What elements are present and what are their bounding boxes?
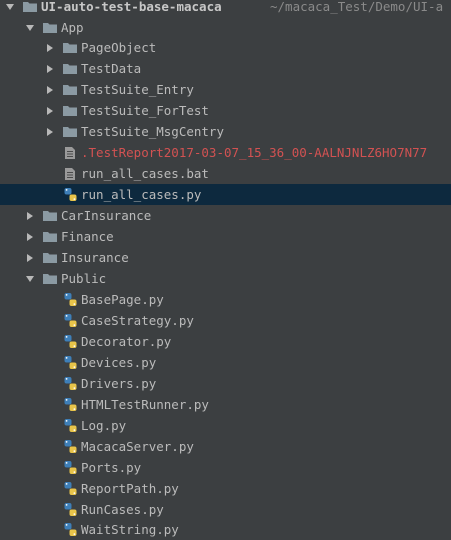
file-label: HTMLTestRunner.py bbox=[81, 397, 209, 412]
folder-insurance[interactable]: Insurance bbox=[0, 247, 451, 268]
chevron-right-icon[interactable] bbox=[23, 226, 37, 247]
folder-finance[interactable]: Finance bbox=[0, 226, 451, 247]
text-file-icon bbox=[62, 163, 78, 184]
chevron-right-icon[interactable] bbox=[43, 58, 57, 79]
folder-icon bbox=[62, 79, 78, 100]
python-file-icon bbox=[62, 352, 78, 373]
chevron-right-icon[interactable] bbox=[23, 205, 37, 226]
folder-app[interactable]: App bbox=[0, 17, 451, 38]
file-run-all-cases-py[interactable]: run_all_cases.py bbox=[0, 184, 451, 205]
file-label: Log.py bbox=[81, 418, 127, 433]
folder-testsuite-entry[interactable]: TestSuite_Entry bbox=[0, 79, 451, 100]
python-file-icon bbox=[62, 310, 78, 331]
file-log-py[interactable]: Log.py bbox=[0, 415, 451, 436]
python-file-icon bbox=[62, 331, 78, 352]
chevron-right-icon[interactable] bbox=[43, 121, 57, 142]
file-run-all-cases-bat[interactable]: run_all_cases.bat bbox=[0, 163, 451, 184]
folder-label: TestData bbox=[81, 61, 142, 76]
folder-label: TestSuite_MsgCentry bbox=[81, 124, 224, 139]
folder-icon bbox=[42, 268, 58, 289]
folder-icon bbox=[62, 121, 78, 142]
file-label: run_all_cases.bat bbox=[81, 166, 209, 181]
folder-label: Finance bbox=[61, 229, 114, 244]
folder-icon bbox=[42, 205, 58, 226]
file-basepage-py[interactable]: BasePage.py bbox=[0, 289, 451, 310]
file-runcases-py[interactable]: RunCases.py bbox=[0, 499, 451, 520]
chevron-right-icon[interactable] bbox=[43, 100, 57, 121]
folder-testsuite-fortest[interactable]: TestSuite_ForTest bbox=[0, 100, 451, 121]
python-file-icon bbox=[62, 457, 78, 478]
file-htmltestrunner-py[interactable]: HTMLTestRunner.py bbox=[0, 394, 451, 415]
folder-icon bbox=[22, 0, 38, 17]
file-macacaserver-py[interactable]: MacacaServer.py bbox=[0, 436, 451, 457]
folder-icon bbox=[42, 247, 58, 268]
file-decorator-py[interactable]: Decorator.py bbox=[0, 331, 451, 352]
file-label: Decorator.py bbox=[81, 334, 172, 349]
file-label: Ports.py bbox=[81, 460, 142, 475]
file-casestrategy-py[interactable]: CaseStrategy.py bbox=[0, 310, 451, 331]
folder-icon bbox=[62, 100, 78, 121]
file-devices-py[interactable]: Devices.py bbox=[0, 352, 451, 373]
folder-icon bbox=[42, 226, 58, 247]
folder-icon bbox=[42, 17, 58, 38]
folder-public[interactable]: Public bbox=[0, 268, 451, 289]
tree-root[interactable]: UI-auto-test-base-macaca ~/macaca_Test/D… bbox=[0, 0, 451, 17]
text-file-icon bbox=[62, 142, 78, 163]
folder-pageobject[interactable]: PageObject bbox=[0, 37, 451, 58]
file-label: WaitString.py bbox=[81, 522, 179, 537]
file-label: .TestReport2017-03-07_15_36_00-AALNJNLZ6… bbox=[81, 145, 428, 160]
folder-label: Public bbox=[61, 271, 107, 286]
chevron-right-icon[interactable] bbox=[43, 79, 57, 100]
folder-label: App bbox=[61, 20, 84, 35]
folder-label: Insurance bbox=[61, 250, 129, 265]
file-waitstring-py[interactable]: WaitString.py bbox=[0, 519, 451, 540]
file-label: ReportPath.py bbox=[81, 481, 179, 496]
folder-testsuite-msgcentry[interactable]: TestSuite_MsgCentry bbox=[0, 121, 451, 142]
python-file-icon bbox=[62, 373, 78, 394]
chevron-down-icon[interactable] bbox=[3, 0, 17, 17]
python-file-icon bbox=[62, 499, 78, 520]
file-label: Devices.py bbox=[81, 355, 157, 370]
file-drivers-py[interactable]: Drivers.py bbox=[0, 373, 451, 394]
folder-icon bbox=[62, 37, 78, 58]
file-reportpath-py[interactable]: ReportPath.py bbox=[0, 478, 451, 499]
folder-icon bbox=[62, 58, 78, 79]
python-file-icon bbox=[62, 184, 78, 205]
python-file-icon bbox=[62, 289, 78, 310]
file-label: BasePage.py bbox=[81, 292, 164, 307]
file-ports-py[interactable]: Ports.py bbox=[0, 457, 451, 478]
folder-testdata[interactable]: TestData bbox=[0, 58, 451, 79]
file-label: run_all_cases.py bbox=[81, 187, 202, 202]
file-label: Drivers.py bbox=[81, 376, 157, 391]
file-label: CaseStrategy.py bbox=[81, 313, 194, 328]
file-test-report[interactable]: .TestReport2017-03-07_15_36_00-AALNJNLZ6… bbox=[0, 142, 451, 163]
project-tree: UI-auto-test-base-macaca ~/macaca_Test/D… bbox=[0, 0, 451, 540]
folder-carinsurance[interactable]: CarInsurance bbox=[0, 205, 451, 226]
python-file-icon bbox=[62, 394, 78, 415]
chevron-right-icon[interactable] bbox=[43, 37, 57, 58]
file-label: MacacaServer.py bbox=[81, 439, 194, 454]
python-file-icon bbox=[62, 519, 78, 540]
chevron-down-icon[interactable] bbox=[23, 17, 37, 38]
python-file-icon bbox=[62, 415, 78, 436]
folder-label: TestSuite_ForTest bbox=[81, 103, 209, 118]
root-path: ~/macaca_Test/Demo/UI-a bbox=[270, 0, 444, 14]
root-label: UI-auto-test-base-macaca bbox=[41, 0, 222, 14]
file-label: RunCases.py bbox=[81, 502, 164, 517]
chevron-down-icon[interactable] bbox=[23, 268, 37, 289]
chevron-right-icon[interactable] bbox=[23, 247, 37, 268]
python-file-icon bbox=[62, 436, 78, 457]
python-file-icon bbox=[62, 478, 78, 499]
folder-label: CarInsurance bbox=[61, 208, 152, 223]
folder-label: TestSuite_Entry bbox=[81, 82, 194, 97]
folder-label: PageObject bbox=[81, 40, 157, 55]
